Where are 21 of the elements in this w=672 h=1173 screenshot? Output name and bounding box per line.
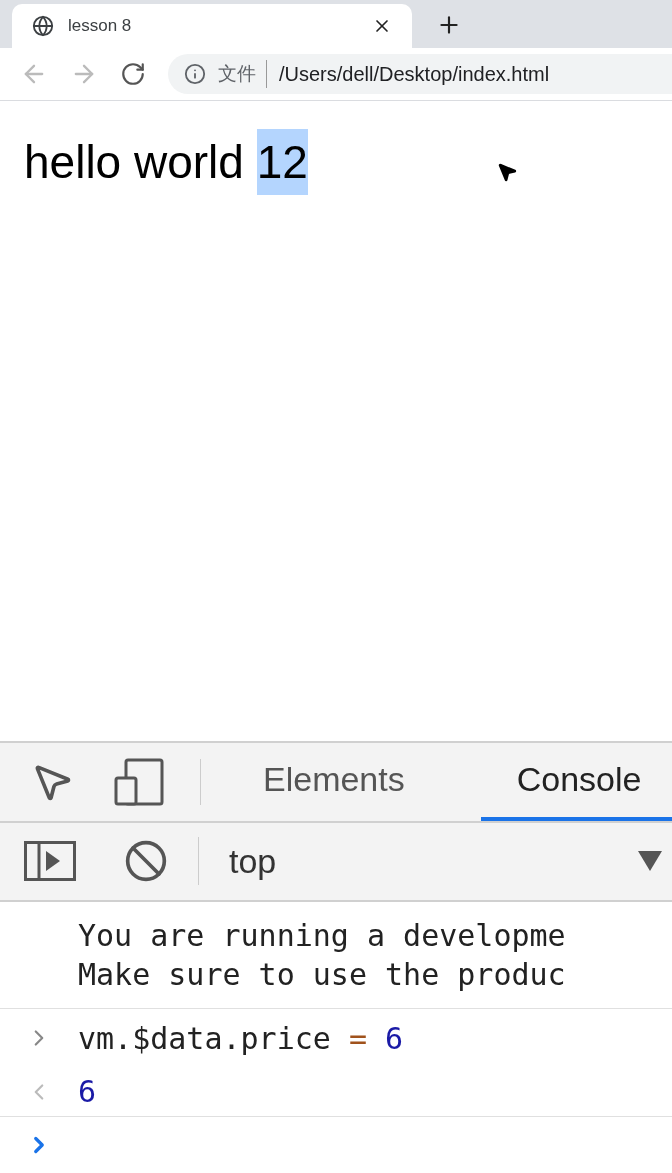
dropdown-arrow-icon [638, 851, 662, 872]
selected-text: 12 [256, 129, 308, 195]
devtools-tab[interactable]: Elements [227, 742, 441, 821]
url-text: /Users/dell/Desktop/index.html [279, 61, 550, 87]
sidebar-toggle-icon[interactable] [24, 841, 76, 882]
tab-title: lesson 8 [68, 14, 133, 37]
console-message: You are running a developme [78, 917, 567, 955]
console-message: Make sure to use the produc [78, 956, 567, 994]
code-token: 6 [384, 1019, 403, 1058]
browser-tab[interactable]: lesson 8 [12, 3, 412, 48]
code-token: vm.$data.price [78, 1019, 331, 1058]
reload-icon[interactable] [120, 60, 146, 87]
clear-console-icon[interactable] [124, 839, 168, 884]
result-value: 6 [78, 1073, 97, 1111]
device-toolbar-icon[interactable] [114, 757, 164, 806]
address-bar[interactable]: 文件 /Users/dell/Desktop/index.html [168, 53, 672, 94]
globe-icon [32, 14, 54, 37]
info-icon [184, 62, 206, 85]
code-token: = [348, 1019, 367, 1058]
security-label: 文件 [218, 59, 267, 88]
page-text: hello world [24, 135, 245, 190]
